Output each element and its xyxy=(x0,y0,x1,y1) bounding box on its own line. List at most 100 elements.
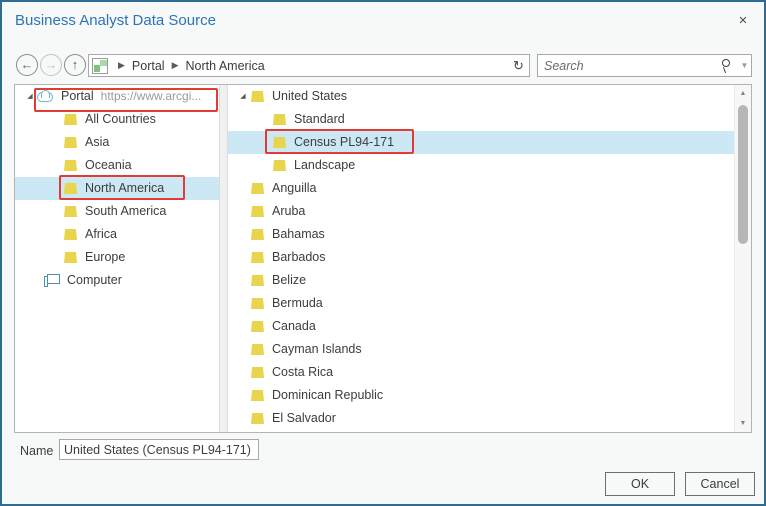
ok-button[interactable]: OK xyxy=(605,472,675,496)
list-item[interactable]: ◢ United States xyxy=(228,85,751,108)
folder-icon xyxy=(250,90,266,103)
title-bar: Business Analyst Data Source × xyxy=(2,2,764,40)
list-item[interactable]: Cayman Islands xyxy=(228,338,751,361)
up-icon[interactable]: ↑ xyxy=(64,54,86,76)
tree-item-europe[interactable]: Europe xyxy=(15,246,219,269)
cloud-icon xyxy=(37,90,55,103)
list-item-label: United States xyxy=(272,85,347,108)
list-item[interactable] xyxy=(228,430,751,432)
cancel-button[interactable]: Cancel xyxy=(685,472,755,496)
list-item[interactable]: Bahamas xyxy=(228,223,751,246)
page-title: Business Analyst Data Source xyxy=(15,12,216,29)
list-item[interactable]: Barbados xyxy=(228,246,751,269)
list-item-label: Standard xyxy=(294,108,345,131)
breadcrumb-item-north-america[interactable]: North America xyxy=(186,59,265,73)
scroll-down-icon[interactable]: ▼ xyxy=(735,415,751,432)
business-analyst-data-source-dialog: Business Analyst Data Source × ← → ↑ ▶ P… xyxy=(0,0,766,506)
list-item[interactable]: El Salvador xyxy=(228,407,751,430)
folder-icon xyxy=(63,113,79,126)
folder-icon xyxy=(63,205,79,218)
content-list-panel[interactable]: ◢ United States Standard Census PL94-171… xyxy=(228,85,751,432)
browser-panels: ◢ Portal https://www.arcgi... All Countr… xyxy=(14,84,752,433)
list-item-label: Cayman Islands xyxy=(272,338,362,361)
back-icon[interactable]: ← xyxy=(16,54,38,76)
list-item-label: Landscape xyxy=(294,154,355,177)
tree-item-label: Asia xyxy=(85,131,109,154)
scrollbar-thumb[interactable] xyxy=(738,105,748,244)
tree-item-label: Computer xyxy=(67,269,122,292)
folder-icon xyxy=(250,320,266,333)
list-item[interactable]: Landscape xyxy=(228,154,751,177)
close-icon[interactable]: × xyxy=(730,9,756,33)
search-icon[interactable] xyxy=(719,58,737,74)
tree-item-asia[interactable]: Asia xyxy=(15,131,219,154)
folder-icon xyxy=(250,228,266,241)
tree-item-portal[interactable]: ◢ Portal https://www.arcgi... xyxy=(15,85,219,108)
tree-item-label: Oceania xyxy=(85,154,132,177)
tree-item-label: North America xyxy=(85,177,164,200)
scroll-up-icon[interactable]: ▲ xyxy=(735,85,751,102)
folder-icon xyxy=(63,251,79,264)
folder-icon xyxy=(250,412,266,425)
search-box[interactable]: ▼ xyxy=(537,54,752,77)
chevron-right-icon: ▶ xyxy=(111,60,132,71)
list-item-label: Belize xyxy=(272,269,306,292)
breadcrumb-item-portal[interactable]: Portal xyxy=(132,59,165,73)
folder-icon xyxy=(272,159,288,172)
folder-icon xyxy=(250,366,266,379)
folder-icon xyxy=(250,205,266,218)
tree-item-computer[interactable]: Computer xyxy=(15,269,219,292)
refresh-icon[interactable]: ↻ xyxy=(508,54,530,77)
list-item-label: Bermuda xyxy=(272,292,323,315)
expander-icon[interactable]: ◢ xyxy=(23,85,37,108)
list-item[interactable]: Bermuda xyxy=(228,292,751,315)
folder-icon xyxy=(250,297,266,310)
folder-icon xyxy=(63,159,79,172)
expander-icon[interactable]: ◢ xyxy=(236,85,250,108)
tree-item-africa[interactable]: Africa xyxy=(15,223,219,246)
chevron-down-icon[interactable]: ▼ xyxy=(738,55,751,76)
map-icon xyxy=(92,58,108,74)
tree-item-oceania[interactable]: Oceania xyxy=(15,154,219,177)
panel-splitter[interactable] xyxy=(219,85,228,432)
tree-item-north-america[interactable]: North America xyxy=(15,177,219,200)
list-item[interactable]: Aruba xyxy=(228,200,751,223)
tree-item-label: South America xyxy=(85,200,166,223)
folder-icon xyxy=(250,251,266,264)
navigation-bar: ← → ↑ ▶ Portal ▶ North America ↻ ▼ xyxy=(2,40,764,78)
folder-tree-panel[interactable]: ◢ Portal https://www.arcgi... All Countr… xyxy=(15,85,219,432)
folder-icon xyxy=(63,136,79,149)
list-item-label: El Salvador xyxy=(272,407,336,430)
breadcrumb[interactable]: ▶ Portal ▶ North America xyxy=(88,54,530,77)
list-item[interactable]: Anguilla xyxy=(228,177,751,200)
folder-icon xyxy=(250,389,266,402)
list-item-label: Aruba xyxy=(272,200,305,223)
list-item[interactable]: Belize xyxy=(228,269,751,292)
computer-icon xyxy=(44,274,61,288)
forward-icon[interactable]: → xyxy=(40,54,62,76)
folder-icon xyxy=(250,343,266,356)
tree-item-label: Africa xyxy=(85,223,117,246)
name-label: Name xyxy=(20,444,53,458)
name-input[interactable] xyxy=(59,439,259,460)
folder-icon xyxy=(272,113,288,126)
list-item[interactable]: Costa Rica xyxy=(228,361,751,384)
tree-item-label: Portal xyxy=(61,85,94,108)
list-item[interactable]: Dominican Republic xyxy=(228,384,751,407)
tree-item-south-america[interactable]: South America xyxy=(15,200,219,223)
list-item[interactable]: Canada xyxy=(228,315,751,338)
list-item[interactable]: Standard xyxy=(228,108,751,131)
tree-item-label: All Countries xyxy=(85,108,156,131)
folder-icon xyxy=(272,136,288,149)
chevron-right-icon: ▶ xyxy=(165,60,186,71)
list-item-census-pl94-171[interactable]: Census PL94-171 xyxy=(228,131,751,154)
list-item-label: Dominican Republic xyxy=(272,384,383,407)
search-input[interactable] xyxy=(538,58,719,74)
folder-icon xyxy=(63,182,79,195)
list-item-label: Bahamas xyxy=(272,223,325,246)
folder-icon xyxy=(63,228,79,241)
folder-icon xyxy=(250,274,266,287)
tree-item-all-countries[interactable]: All Countries xyxy=(15,108,219,131)
list-item-label: Anguilla xyxy=(272,177,316,200)
list-scrollbar[interactable]: ▲ ▼ xyxy=(734,85,751,432)
